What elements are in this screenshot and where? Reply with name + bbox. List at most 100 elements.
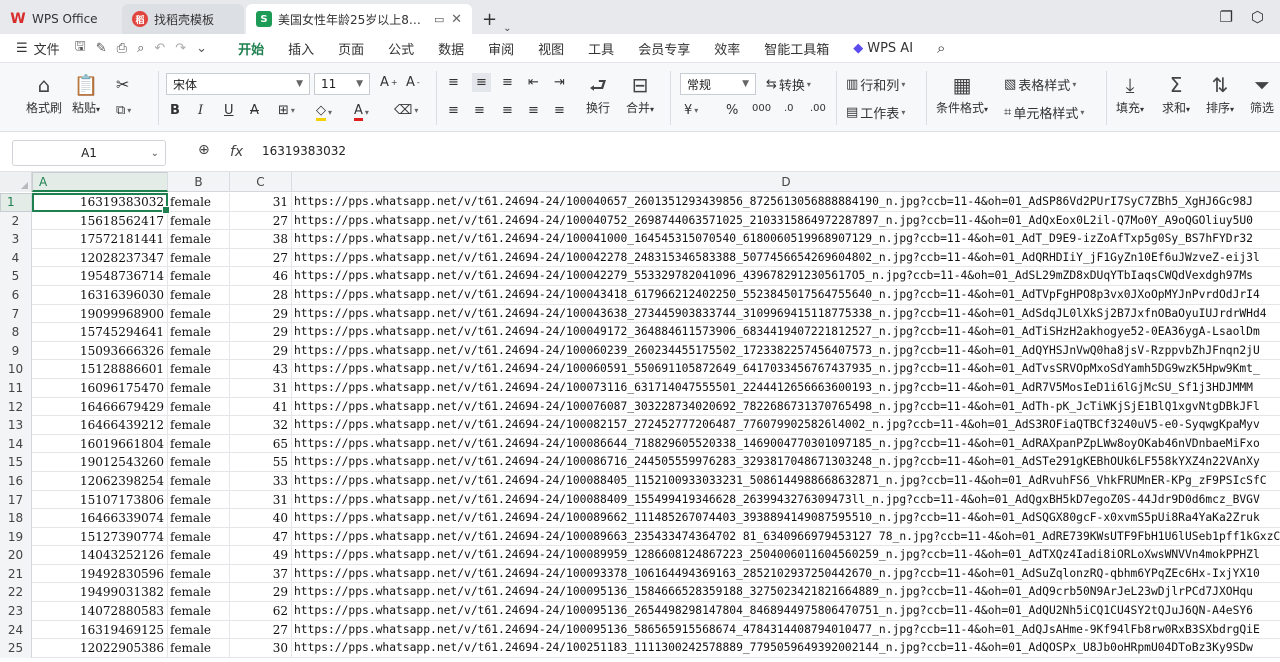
cell-phone[interactable]: 19012543260 [32,453,168,472]
cell-phone[interactable]: 14072880583 [32,602,168,621]
cell-age[interactable]: 31 [230,490,292,510]
cell-gender[interactable]: female [168,285,230,305]
border-button[interactable]: ⊞ ▾ [278,103,295,118]
row-header[interactable]: 4 [0,248,32,268]
tab-list-chevron-icon[interactable]: ⌄ [503,23,511,34]
cell-gender[interactable]: female [168,267,230,286]
menu-member[interactable]: 会员专享 [626,39,702,58]
cell-url[interactable]: https://pps.whatsapp.net/v/t61.24694-24/… [292,583,1280,602]
window-restore-icon[interactable]: ❐ [1219,8,1232,26]
paste-button[interactable]: 📋 粘贴▾ [72,71,100,116]
currency-button[interactable]: ¥ ▾ [684,103,698,118]
cell-age[interactable]: 27 [230,211,292,231]
clear-format-button[interactable]: ⌫ ▾ [394,103,418,118]
cell-age[interactable]: 29 [230,341,292,361]
cell-gender[interactable]: female [168,248,230,268]
cell-age[interactable]: 49 [230,546,292,565]
cell-gender[interactable]: female [168,546,230,565]
cell-age[interactable]: 55 [230,453,292,472]
select-all-corner[interactable] [0,172,32,192]
copy-button[interactable]: ⧉ ▾ [116,103,131,118]
menu-review[interactable]: 审阅 [476,39,526,58]
cell-url[interactable]: https://pps.whatsapp.net/v/t61.24694-24/… [292,565,1280,584]
menu-wps-ai[interactable]: ◆ WPS AI [841,41,925,56]
menu-efficiency[interactable]: 效率 [702,39,752,58]
cell-gender[interactable]: female [168,230,230,249]
cell-url[interactable]: https://pps.whatsapp.net/v/t61.24694-24/… [292,379,1280,398]
brush-icon[interactable]: ✎ [91,41,112,56]
cell-age[interactable]: 28 [230,285,292,305]
cell-phone[interactable]: 16466339074 [32,509,168,528]
cell-phone[interactable]: 16319469125 [32,620,168,640]
cell-phone[interactable]: 16096175470 [32,378,168,398]
cell-phone[interactable]: 16019661804 [32,434,168,454]
cell-style-button[interactable]: ⌗ 单元格样式 ▾ [1004,103,1084,122]
cell-gender[interactable]: female [168,397,230,417]
cell-age[interactable]: 41 [230,397,292,417]
fill-button[interactable]: ⤓ 填充▾ [1116,71,1144,116]
formula-input[interactable]: 16319383032 [262,144,346,158]
cell-url[interactable]: https://pps.whatsapp.net/v/t61.24694-24/… [292,398,1280,417]
row-header[interactable]: 17 [0,490,32,510]
cell-url[interactable]: https://pps.whatsapp.net/v/t61.24694-24/… [292,212,1280,231]
sort-button[interactable]: ⇅ 排序▾ [1206,71,1234,116]
cell-gender[interactable]: female [168,378,230,398]
cell-url[interactable]: https://pps.whatsapp.net/v/t61.24694-24/… [292,286,1280,305]
column-header-b[interactable]: B [168,172,230,192]
font-size-select[interactable]: 11 ▼ [314,73,370,95]
cell-gender[interactable]: female [168,583,230,603]
cell-url[interactable]: https://pps.whatsapp.net/v/t61.24694-24/… [292,323,1280,342]
menu-home[interactable]: 开始 [226,39,276,64]
wrap-text-button[interactable]: ⮐ 换行 [586,71,610,116]
justify-icon[interactable]: ≡ [528,103,539,118]
strikethrough-icon[interactable]: A [250,103,259,118]
cell-phone[interactable]: 19548736714 [32,267,168,286]
row-header[interactable]: 9 [0,341,32,361]
underline-icon[interactable]: U [224,103,234,118]
cell-gender[interactable]: female [168,360,230,379]
increase-indent-icon[interactable]: ⇥ [554,75,565,90]
cell-age[interactable]: 65 [230,434,292,454]
cell-age[interactable]: 29 [230,304,292,324]
conditional-format-button[interactable]: ▦ 条件格式▾ [936,71,988,116]
rows-cols-button[interactable]: ▥ 行和列 ▾ [846,75,905,94]
cell-gender[interactable]: female [168,471,230,491]
cell-age[interactable]: 47 [230,527,292,547]
increase-font-icon[interactable]: A + [380,75,398,90]
cell-gender[interactable]: female [168,620,230,640]
cell-url[interactable]: https://pps.whatsapp.net/v/t61.24694-24/… [292,193,1280,212]
cell-phone[interactable]: 15618562417 [32,211,168,231]
decrease-indent-icon[interactable]: ⇤ [528,75,539,90]
cell-phone[interactable]: 19492830596 [32,564,168,584]
cell-gender[interactable]: female [168,564,230,584]
cell-age[interactable]: 32 [230,416,292,435]
decrease-decimal-icon[interactable]: .00 [810,103,826,114]
row-header[interactable]: 14 [0,434,32,454]
cell-gender[interactable]: female [168,602,230,621]
cell-age[interactable]: 62 [230,602,292,621]
row-header[interactable]: 2 [0,211,32,231]
align-top-icon[interactable]: ≡ [448,75,459,90]
cell-phone[interactable]: 16319383032 [32,193,168,212]
italic-icon[interactable]: I [198,103,203,118]
cell-url[interactable]: https://pps.whatsapp.net/v/t61.24694-24/… [292,305,1280,324]
column-header-c[interactable]: C [230,172,292,192]
cell-phone[interactable]: 15107173806 [32,490,168,510]
cell-url[interactable]: https://pps.whatsapp.net/v/t61.24694-24/… [292,602,1280,621]
row-header[interactable]: 19 [0,527,32,547]
cell-phone[interactable]: 14043252126 [32,546,168,565]
save-icon[interactable]: 🖫 [70,37,91,59]
column-header-d[interactable]: D [292,172,1280,192]
cell-age[interactable]: 31 [230,378,292,398]
cell-gender[interactable]: female [168,211,230,231]
cell-age[interactable]: 37 [230,564,292,584]
cell-phone[interactable]: 19499031382 [32,583,168,603]
monitor-icon[interactable]: ▭ [434,13,444,26]
quick-access-chevron-icon[interactable]: ⌄ [191,41,212,56]
cell-url[interactable]: https://pps.whatsapp.net/v/t61.24694-24/… [292,453,1280,472]
row-header[interactable]: 10 [0,360,32,379]
cell-phone[interactable]: 15093666326 [32,341,168,361]
filter-button[interactable]: ⏷ 筛选 [1250,71,1274,116]
distributed-icon[interactable]: ≡ [554,103,565,118]
cell-age[interactable]: 29 [230,323,292,342]
